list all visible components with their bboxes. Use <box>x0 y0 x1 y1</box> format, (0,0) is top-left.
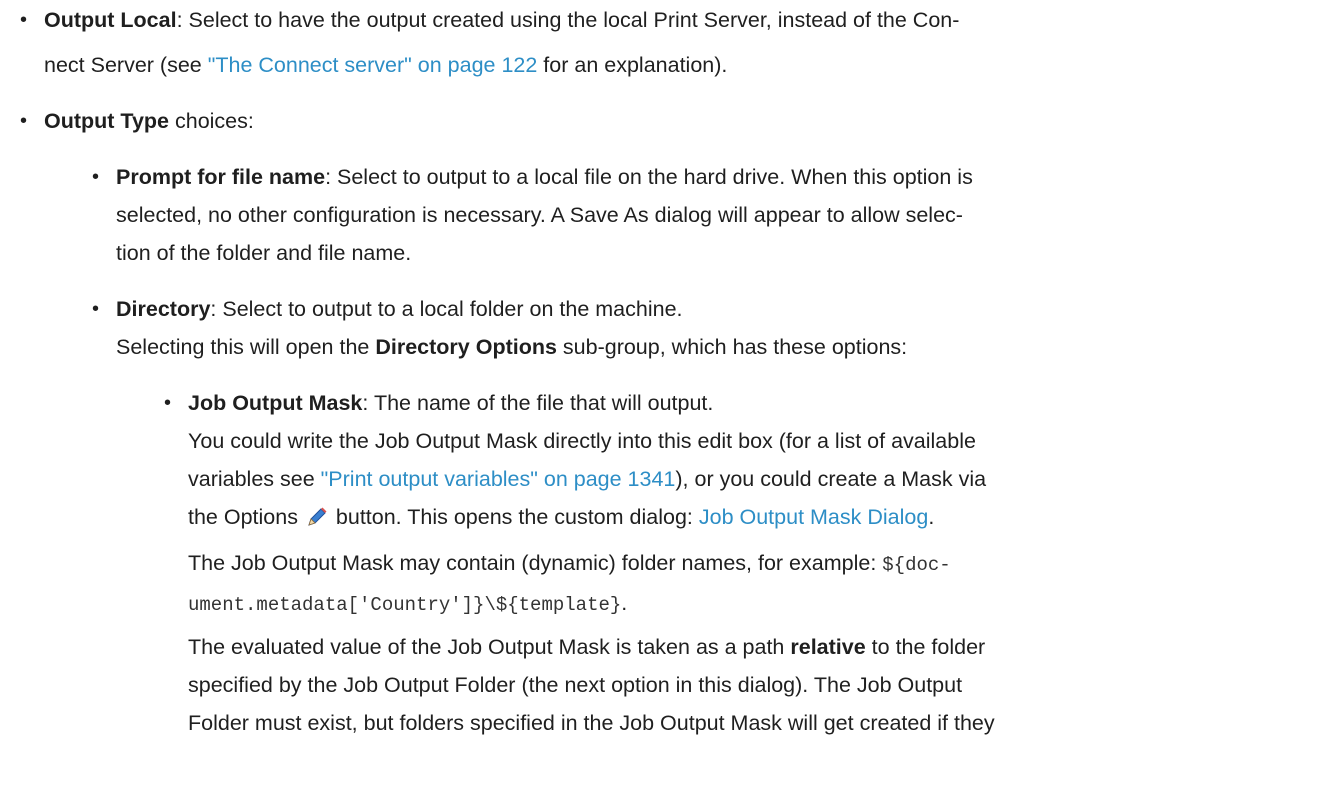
link-job-output-mask-dialog[interactable]: Job Output Mask Dialog <box>699 505 928 529</box>
job-mask-line-8: specified by the Job Output Folder (the … <box>188 673 963 697</box>
term-job-output-mask: Job Output Mask <box>188 391 363 415</box>
bullet-icon: • <box>20 9 28 31</box>
prompt-line-3: tion of the folder and file name. <box>116 241 412 265</box>
list-item-job-output-mask: • Job Output Mask: The name of the file … <box>20 384 1300 742</box>
directory-options-sublist: • Job Output Mask: The name of the file … <box>20 384 1300 742</box>
directory-line-2c: sub-group, which has these options: <box>556 335 908 359</box>
pencil-icon <box>306 502 328 540</box>
prompt-line-1: : Select to output to a local file on th… <box>325 165 973 189</box>
term-output-type: Output Type <box>44 109 170 133</box>
job-mask-line-4c: . <box>928 505 935 529</box>
bullet-icon: • <box>164 392 172 414</box>
term-prompt-file-name: Prompt for file name <box>116 165 326 189</box>
directory-line-1: : Select to output to a local folder on … <box>210 297 683 321</box>
list-item-prompt-file-name: • Prompt for file name: Select to output… <box>20 158 1300 272</box>
job-mask-line-6b: . <box>621 591 628 615</box>
bullet-icon: • <box>92 298 100 320</box>
job-mask-line-4a: the Options <box>188 505 304 529</box>
job-mask-line-3a: variables see <box>188 467 321 491</box>
term-relative: relative <box>790 635 866 659</box>
list-item-output-type: • Output Type choices: • Prompt for file… <box>20 102 1300 742</box>
job-mask-line-4b: button. This opens the custom dialog: <box>329 505 699 529</box>
link-print-output-variables[interactable]: "Print output variables" on page 1341 <box>321 467 676 491</box>
term-directory: Directory <box>116 297 211 321</box>
term-output-local: Output Local <box>44 8 177 32</box>
job-mask-line-7b: to the folder <box>865 635 986 659</box>
output-local-text-c: for an explanation). <box>537 53 728 77</box>
bullet-icon: • <box>92 166 100 188</box>
term-directory-options: Directory Options <box>375 335 557 359</box>
code-example-part-1: ${doc- <box>882 554 951 576</box>
job-mask-line-5a: The Job Output Mask may contain (dynamic… <box>188 551 883 575</box>
job-mask-line-9: Folder must exist, but folders specified… <box>188 711 995 735</box>
document-page: • Output Local: Select to have the outpu… <box>0 0 1317 804</box>
code-example-part-2: ument.metadata['Country']}\${template} <box>188 594 622 616</box>
directory-line-2a: Selecting this will open the <box>116 335 376 359</box>
output-type-sublist: • Prompt for file name: Select to output… <box>20 158 1300 742</box>
link-connect-server[interactable]: "The Connect server" on page 122 <box>208 53 538 77</box>
list-item-output-local: • Output Local: Select to have the outpu… <box>20 1 1300 84</box>
job-mask-line-7a: The evaluated value of the Job Output Ma… <box>188 635 791 659</box>
bullet-icon: • <box>20 110 28 132</box>
output-local-text-b: nect Server (see <box>44 53 208 77</box>
job-mask-line-3b: ), or you could create a Mask via <box>675 467 987 491</box>
output-type-text: choices: <box>169 109 254 133</box>
main-bullet-list: • Output Local: Select to have the outpu… <box>20 1 1300 742</box>
job-mask-line-1: : The name of the file that will output. <box>362 391 714 415</box>
output-local-text-a: : Select to have the output created usin… <box>176 8 960 32</box>
job-mask-line-2: You could write the Job Output Mask dire… <box>188 429 976 453</box>
list-item-directory: • Directory: Select to output to a local… <box>20 290 1300 742</box>
prompt-line-2: selected, no other configuration is nece… <box>116 203 963 227</box>
